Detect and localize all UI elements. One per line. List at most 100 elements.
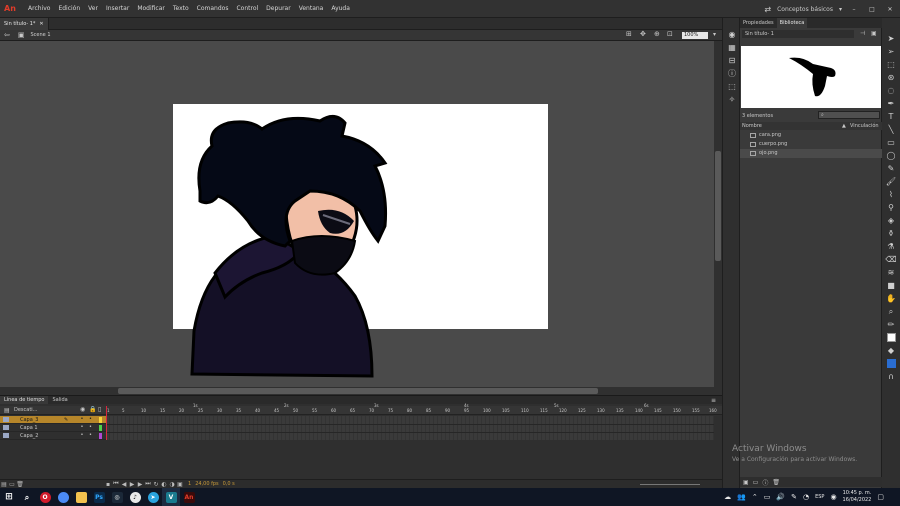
menu-depurar[interactable]: Depurar [262,0,295,18]
layer-toggles[interactable]: • • [81,432,95,438]
timeline-zoom-slider[interactable] [640,484,700,485]
edit-multiple-icon[interactable]: ▣ [176,481,184,488]
close-tab-icon[interactable]: ✕ [39,18,43,30]
menu-ventana[interactable]: Ventana [295,0,328,18]
menu-texto[interactable]: Texto [169,0,193,18]
layer-color-swatch[interactable] [99,433,102,439]
taskbar-explorer[interactable] [72,488,90,506]
stroke-color-icon[interactable]: ✏ [882,318,900,331]
character-artwork[interactable] [0,41,714,387]
text-tool-icon[interactable]: T [882,110,900,123]
layer-name[interactable]: Capa_3 [20,417,38,423]
info-icon[interactable]: ⓘ [723,67,741,80]
loop-icon[interactable]: ↻ [152,481,160,488]
menu-modificar[interactable]: Modificar [133,0,169,18]
properties-icon[interactable]: ⓘ [762,478,768,487]
tab-output[interactable]: Salida [48,396,71,404]
taskbar-telegram[interactable]: ➤ [144,488,162,506]
align-icon[interactable]: ⊟ [723,54,741,67]
menu-archivo[interactable]: Archivo [24,0,54,18]
taskbar-opera[interactable]: O [36,488,54,506]
taskbar-app-v[interactable]: V [162,488,180,506]
taskbar-steam[interactable]: ◎ [108,488,126,506]
library-item[interactable]: cuerpo.png [740,140,882,149]
fill-color-swatch[interactable] [882,357,900,370]
fps-readout[interactable]: 24,00 fps [195,481,218,487]
chevron-down-icon[interactable]: ▾ [839,6,842,13]
center-stage-icon[interactable]: ⊕ [654,30,660,38]
sync-icon[interactable]: ⇄ [764,5,771,14]
meet-icon[interactable]: ◉ [830,493,836,501]
chevron-up-icon[interactable]: ⌃ [752,493,758,501]
pen-icon[interactable]: ✎ [791,493,797,501]
stage-vertical-scrollbar[interactable] [714,41,722,387]
lasso-tool-icon[interactable]: ◌ [882,84,900,97]
workspace-switcher[interactable]: Conceptos básicos [777,6,833,13]
layer-toggles[interactable]: • • [81,424,95,430]
taskbar-app-spotify[interactable]: ♪ [126,488,144,506]
tab-properties[interactable]: Propiedades [740,18,777,28]
camera-tool-icon[interactable]: ■ [882,279,900,292]
rectangle-tool-icon[interactable]: ▭ [882,136,900,149]
layer-color-swatch[interactable] [99,417,102,423]
tab-timeline[interactable]: Línea de tiempo [0,396,49,404]
last-frame-icon[interactable]: ⏭ [144,480,152,488]
sort-icon[interactable]: ▲ [842,122,846,130]
tab-library[interactable]: Biblioteca [776,18,808,28]
stage-area[interactable] [0,41,714,387]
line-tool-icon[interactable]: ╲ [882,123,900,136]
clock[interactable]: 10:45 p. m. 16/04/2022 [843,490,872,504]
library-document-select[interactable]: Sin título- 1 [742,30,854,38]
taskbar-chrome[interactable] [54,488,72,506]
bone-tool-icon[interactable]: ⚲ [882,201,900,214]
menu-edicion[interactable]: Edición [54,0,84,18]
pen-tool-icon[interactable]: ✒ [882,97,900,110]
menu-ayuda[interactable]: Ayuda [327,0,354,18]
paint-brush-tool-icon[interactable]: ⌇ [882,188,900,201]
onion-outline-icon[interactable]: ◑ [168,481,176,488]
wifi-icon[interactable]: ◔ [803,493,809,501]
layer-color-swatch[interactable] [99,425,102,431]
taskbar-animate[interactable]: An [180,488,198,506]
eyedropper-tool-icon[interactable]: ⚗ [882,240,900,253]
close-icon[interactable]: ✕ [884,6,896,13]
start-button[interactable]: ⊞ [0,488,18,506]
back-arrow-icon[interactable]: ⇦ [4,31,10,39]
stroke-color-swatch[interactable] [882,331,900,344]
current-frame[interactable]: 1 [188,481,191,487]
color-panel-icon[interactable]: ◉ [723,28,741,41]
layer-row[interactable]: Capa_3 ✎ • • [0,416,106,424]
frames-grid[interactable] [106,416,714,440]
clip-icon[interactable]: ⊡ [667,30,673,38]
tray-user-icon[interactable]: 👥 [737,493,746,501]
step-forward-icon[interactable]: ▶ [136,481,144,488]
time-readout[interactable]: 0,0 s [223,481,235,487]
menu-comandos[interactable]: Comandos [193,0,233,18]
play-icon[interactable]: ▶ [128,481,136,488]
snap-magnet-icon[interactable]: ∩ [882,370,900,383]
first-frame-icon[interactable]: ⏮ [112,480,120,488]
camera-icon[interactable]: ▪ [104,481,112,488]
notification-icon[interactable]: ▢ [877,493,884,501]
transform-icon[interactable]: ⬚ [723,80,741,93]
tray-app-icon[interactable]: ☁ [724,493,731,501]
outline-icon[interactable]: ▯ [98,406,101,413]
library-search-input[interactable]: ⌕ [818,111,880,119]
code-snippets-icon[interactable]: ✧ [723,93,741,106]
col-name[interactable]: Nombre [742,122,762,130]
menu-ver[interactable]: Ver [84,0,102,18]
paint-bucket-tool-icon[interactable]: ◈ [882,214,900,227]
document-tab[interactable]: Sin título- 1* ✕ [0,17,49,30]
playhead[interactable] [106,406,107,440]
panel-menu-icon[interactable]: ≡ [711,397,716,404]
new-folder-icon[interactable]: ▭ [753,479,759,486]
vscroll-thumb[interactable] [715,151,721,261]
library-item[interactable]: ojo.png [740,149,882,158]
pin-icon[interactable]: ⊣ [860,30,865,37]
hscroll-thumb[interactable] [118,388,598,394]
oval-tool-icon[interactable]: ◯ [882,149,900,162]
edit-symbol-icon[interactable]: ✥ [640,30,646,38]
taskbar-photoshop[interactable]: Ps [90,488,108,506]
language-indicator[interactable]: ESP [815,494,824,500]
brush-tool-icon[interactable]: 🖌 [882,175,900,188]
